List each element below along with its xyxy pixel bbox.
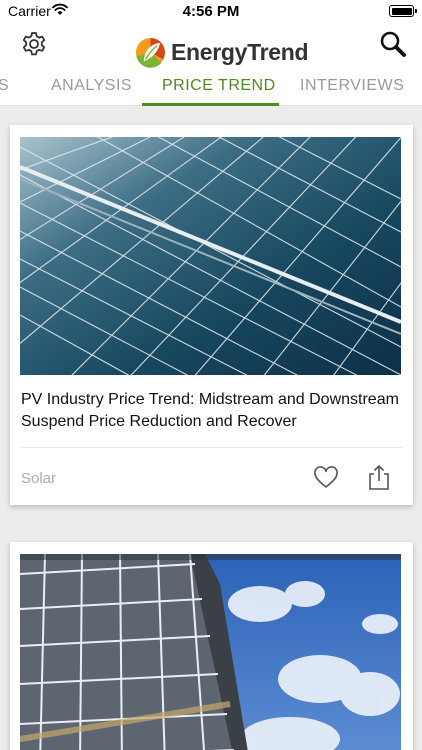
category-tabs: S ANALYSIS PRICE TREND INTERVIEWS <box>0 70 422 106</box>
card-divider <box>21 447 402 448</box>
heart-icon[interactable] <box>313 465 339 491</box>
active-tab-indicator <box>142 103 279 106</box>
article-card[interactable] <box>10 542 413 750</box>
share-icon[interactable] <box>366 463 392 491</box>
article-image-solar-sky[interactable] <box>20 554 401 750</box>
article-card[interactable]: PV Industry Price Trend: Midstream and D… <box>10 125 413 505</box>
logo-leaf-icon <box>135 37 166 68</box>
clock: 4:56 PM <box>182 3 240 20</box>
battery-icon <box>389 5 417 17</box>
tab-interviews[interactable]: INTERVIEWS <box>300 77 404 95</box>
brand-name: EnergyTrend <box>171 38 309 65</box>
article-title[interactable]: PV Industry Price Trend: Midstream and D… <box>21 389 405 433</box>
tab-price-trend[interactable]: PRICE TREND <box>162 77 276 95</box>
article-image-solar-panel[interactable] <box>20 137 401 375</box>
brand-logo: EnergyTrend <box>134 34 309 70</box>
status-bar: Carrier 4:56 PM <box>0 0 422 24</box>
tab-analysis[interactable]: ANALYSIS <box>51 77 132 95</box>
search-icon[interactable] <box>378 29 408 59</box>
tab-previous[interactable]: S <box>0 77 9 95</box>
settings-gear-icon[interactable] <box>20 30 48 58</box>
article-category: Solar <box>21 470 57 487</box>
app-header: EnergyTrend S ANALYSIS PRICE TREND INTER… <box>0 24 422 106</box>
